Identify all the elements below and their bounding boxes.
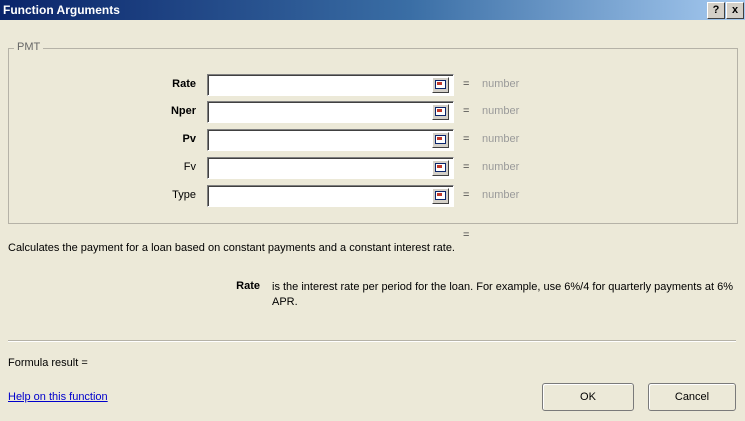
- argument-help-text: is the interest rate per period for the …: [272, 281, 734, 308]
- equals-sign: =: [463, 78, 470, 90]
- collapse-dialog-icon[interactable]: [432, 77, 449, 93]
- function-description: Calculates the payment for a loan based …: [8, 242, 455, 254]
- argument-row-fv: Fv = number: [0, 157, 745, 179]
- argument-row-pv: Pv = number: [0, 129, 745, 151]
- argument-result: number: [482, 161, 520, 173]
- formula-result: Formula result =: [8, 357, 88, 369]
- argument-label: Type: [172, 189, 196, 201]
- argument-label: Nper: [170, 105, 196, 117]
- help-link[interactable]: Help on this function: [8, 391, 108, 403]
- argument-label: Rate: [172, 78, 196, 90]
- equals-sign: =: [463, 105, 470, 117]
- pv-input[interactable]: [207, 129, 454, 151]
- argument-label: Fv: [183, 161, 196, 173]
- collapse-dialog-icon[interactable]: [432, 104, 449, 120]
- argument-label: Pv: [182, 133, 196, 145]
- type-input[interactable]: [207, 185, 454, 207]
- help-icon[interactable]: ?: [707, 2, 725, 19]
- ok-button[interactable]: OK: [542, 383, 634, 411]
- function-name-legend: PMT: [14, 41, 44, 53]
- argument-result: number: [482, 133, 520, 145]
- collapse-dialog-icon[interactable]: [432, 132, 449, 148]
- argument-result: number: [482, 105, 520, 117]
- argument-row-type: Type = number: [0, 185, 745, 207]
- argument-result: number: [482, 189, 520, 201]
- collapse-dialog-icon[interactable]: [432, 188, 449, 204]
- argument-result: number: [482, 78, 520, 90]
- rate-input[interactable]: [207, 74, 454, 96]
- argument-help-name: Rate: [236, 280, 260, 292]
- argument-row-rate: Rate = number: [0, 74, 745, 96]
- divider: [8, 340, 736, 342]
- nper-input[interactable]: [207, 101, 454, 123]
- title-bar: Function Arguments ? x: [0, 0, 745, 20]
- collapse-dialog-icon[interactable]: [432, 160, 449, 176]
- function-result-equals: =: [463, 229, 470, 241]
- equals-sign: =: [463, 161, 470, 173]
- fv-input[interactable]: [207, 157, 454, 179]
- cancel-button[interactable]: Cancel: [648, 383, 736, 411]
- equals-sign: =: [463, 189, 470, 201]
- dialog-title: Function Arguments: [3, 3, 120, 17]
- equals-sign: =: [463, 133, 470, 145]
- close-icon[interactable]: x: [726, 2, 744, 19]
- function-arguments-dialog: Function Arguments ? x PMT Rate = number…: [0, 0, 745, 421]
- argument-row-nper: Nper = number: [0, 101, 745, 123]
